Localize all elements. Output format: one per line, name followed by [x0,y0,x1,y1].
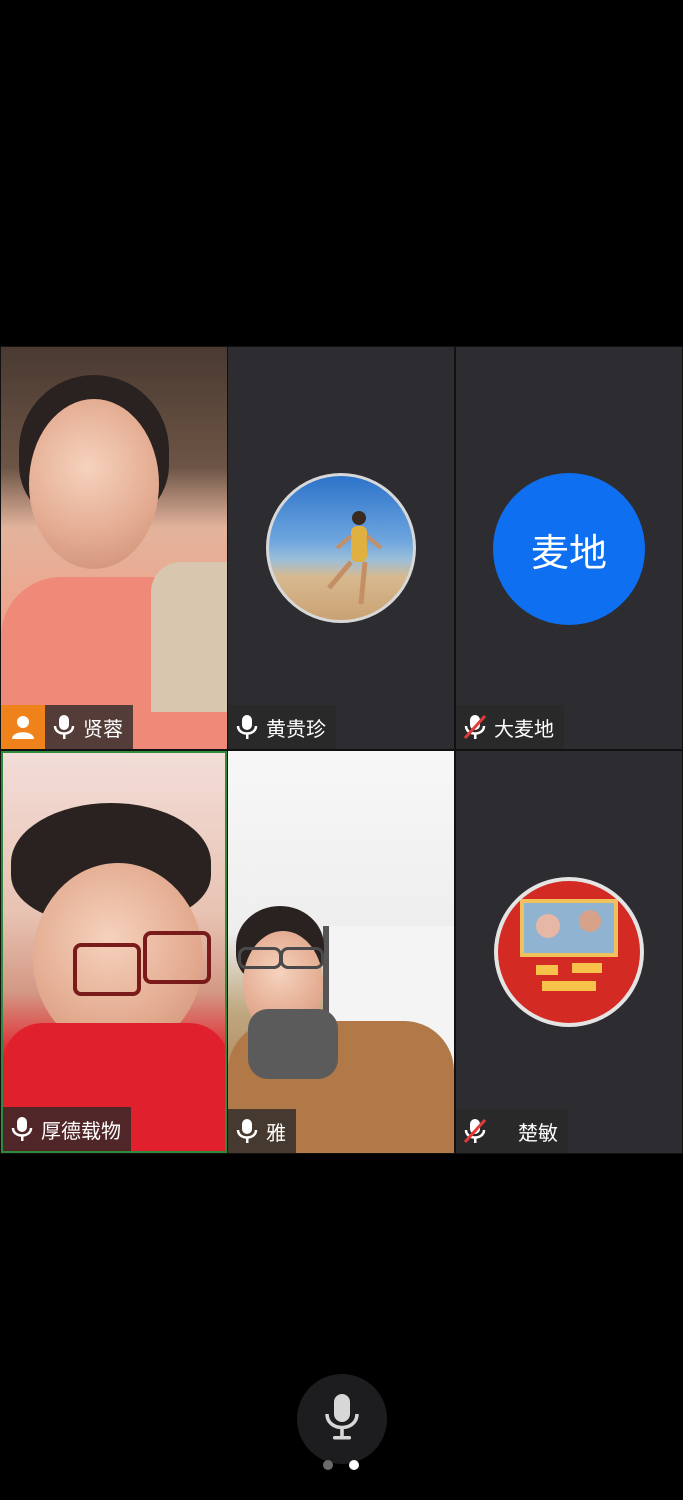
glasses-shape [238,947,282,969]
participant-tile-5[interactable]: 雅 [228,751,454,1153]
participant-tile-1[interactable]: 贤蓉 [1,347,227,749]
glasses-shape [143,931,211,984]
avatar-initials: 麦地 [530,530,607,575]
avatar [494,877,644,1027]
avatar [266,473,416,623]
participant-tile-6[interactable]: 楚敏 [456,751,682,1153]
page-dot-2-active[interactable] [349,1460,359,1470]
scarf-shape [151,562,227,712]
participant-name: 厚德载物 [41,1118,121,1143]
participant-video [228,751,454,1153]
participant-label: 黄贵珍 [228,705,336,749]
participant-label: 大麦地 [456,705,564,749]
participant-tile-2[interactable]: 黄贵珍 [228,347,454,749]
mic-muted-icon [456,705,494,749]
host-badge-icon [1,705,45,749]
glasses-shape [280,947,324,969]
mic-muted-icon [456,1109,494,1153]
participant-video [1,347,227,749]
face-shape [29,399,159,569]
participant-name: 楚敏 [518,1120,558,1145]
participant-label: 楚敏 [456,1109,568,1153]
participant-tile-3[interactable]: 麦地 大麦地 [456,347,682,749]
page-dot-1[interactable] [323,1460,333,1470]
meeting-screen: 贤蓉 黄贵珍 麦地 大麦地 厚德载物 雅 楚敏 [0,0,683,1500]
participant-name: 大麦地 [494,716,554,741]
participant-label: 雅 [228,1109,296,1153]
participant-name: 贤蓉 [83,716,123,741]
scarf-shape [248,1009,338,1079]
participant-grid: 贤蓉 黄贵珍 麦地 大麦地 厚德载物 雅 楚敏 [0,346,683,1154]
microphone-icon [322,1392,362,1446]
participant-label: 厚德载物 [3,1107,131,1151]
mic-on-icon [228,705,266,749]
mic-on-icon [45,705,83,749]
avatar: 麦地 [493,473,645,625]
participant-tile-4[interactable]: 厚德载物 [1,751,227,1153]
participant-name: 黄贵珍 [266,716,326,741]
participant-label: 贤蓉 [1,705,133,749]
mic-on-icon [228,1109,266,1153]
participant-video [3,753,225,1151]
page-indicator [321,1460,363,1472]
glasses-shape [73,943,141,996]
participant-name: 雅 [266,1120,286,1145]
mic-on-icon [3,1107,41,1151]
microphone-button[interactable] [297,1374,387,1464]
